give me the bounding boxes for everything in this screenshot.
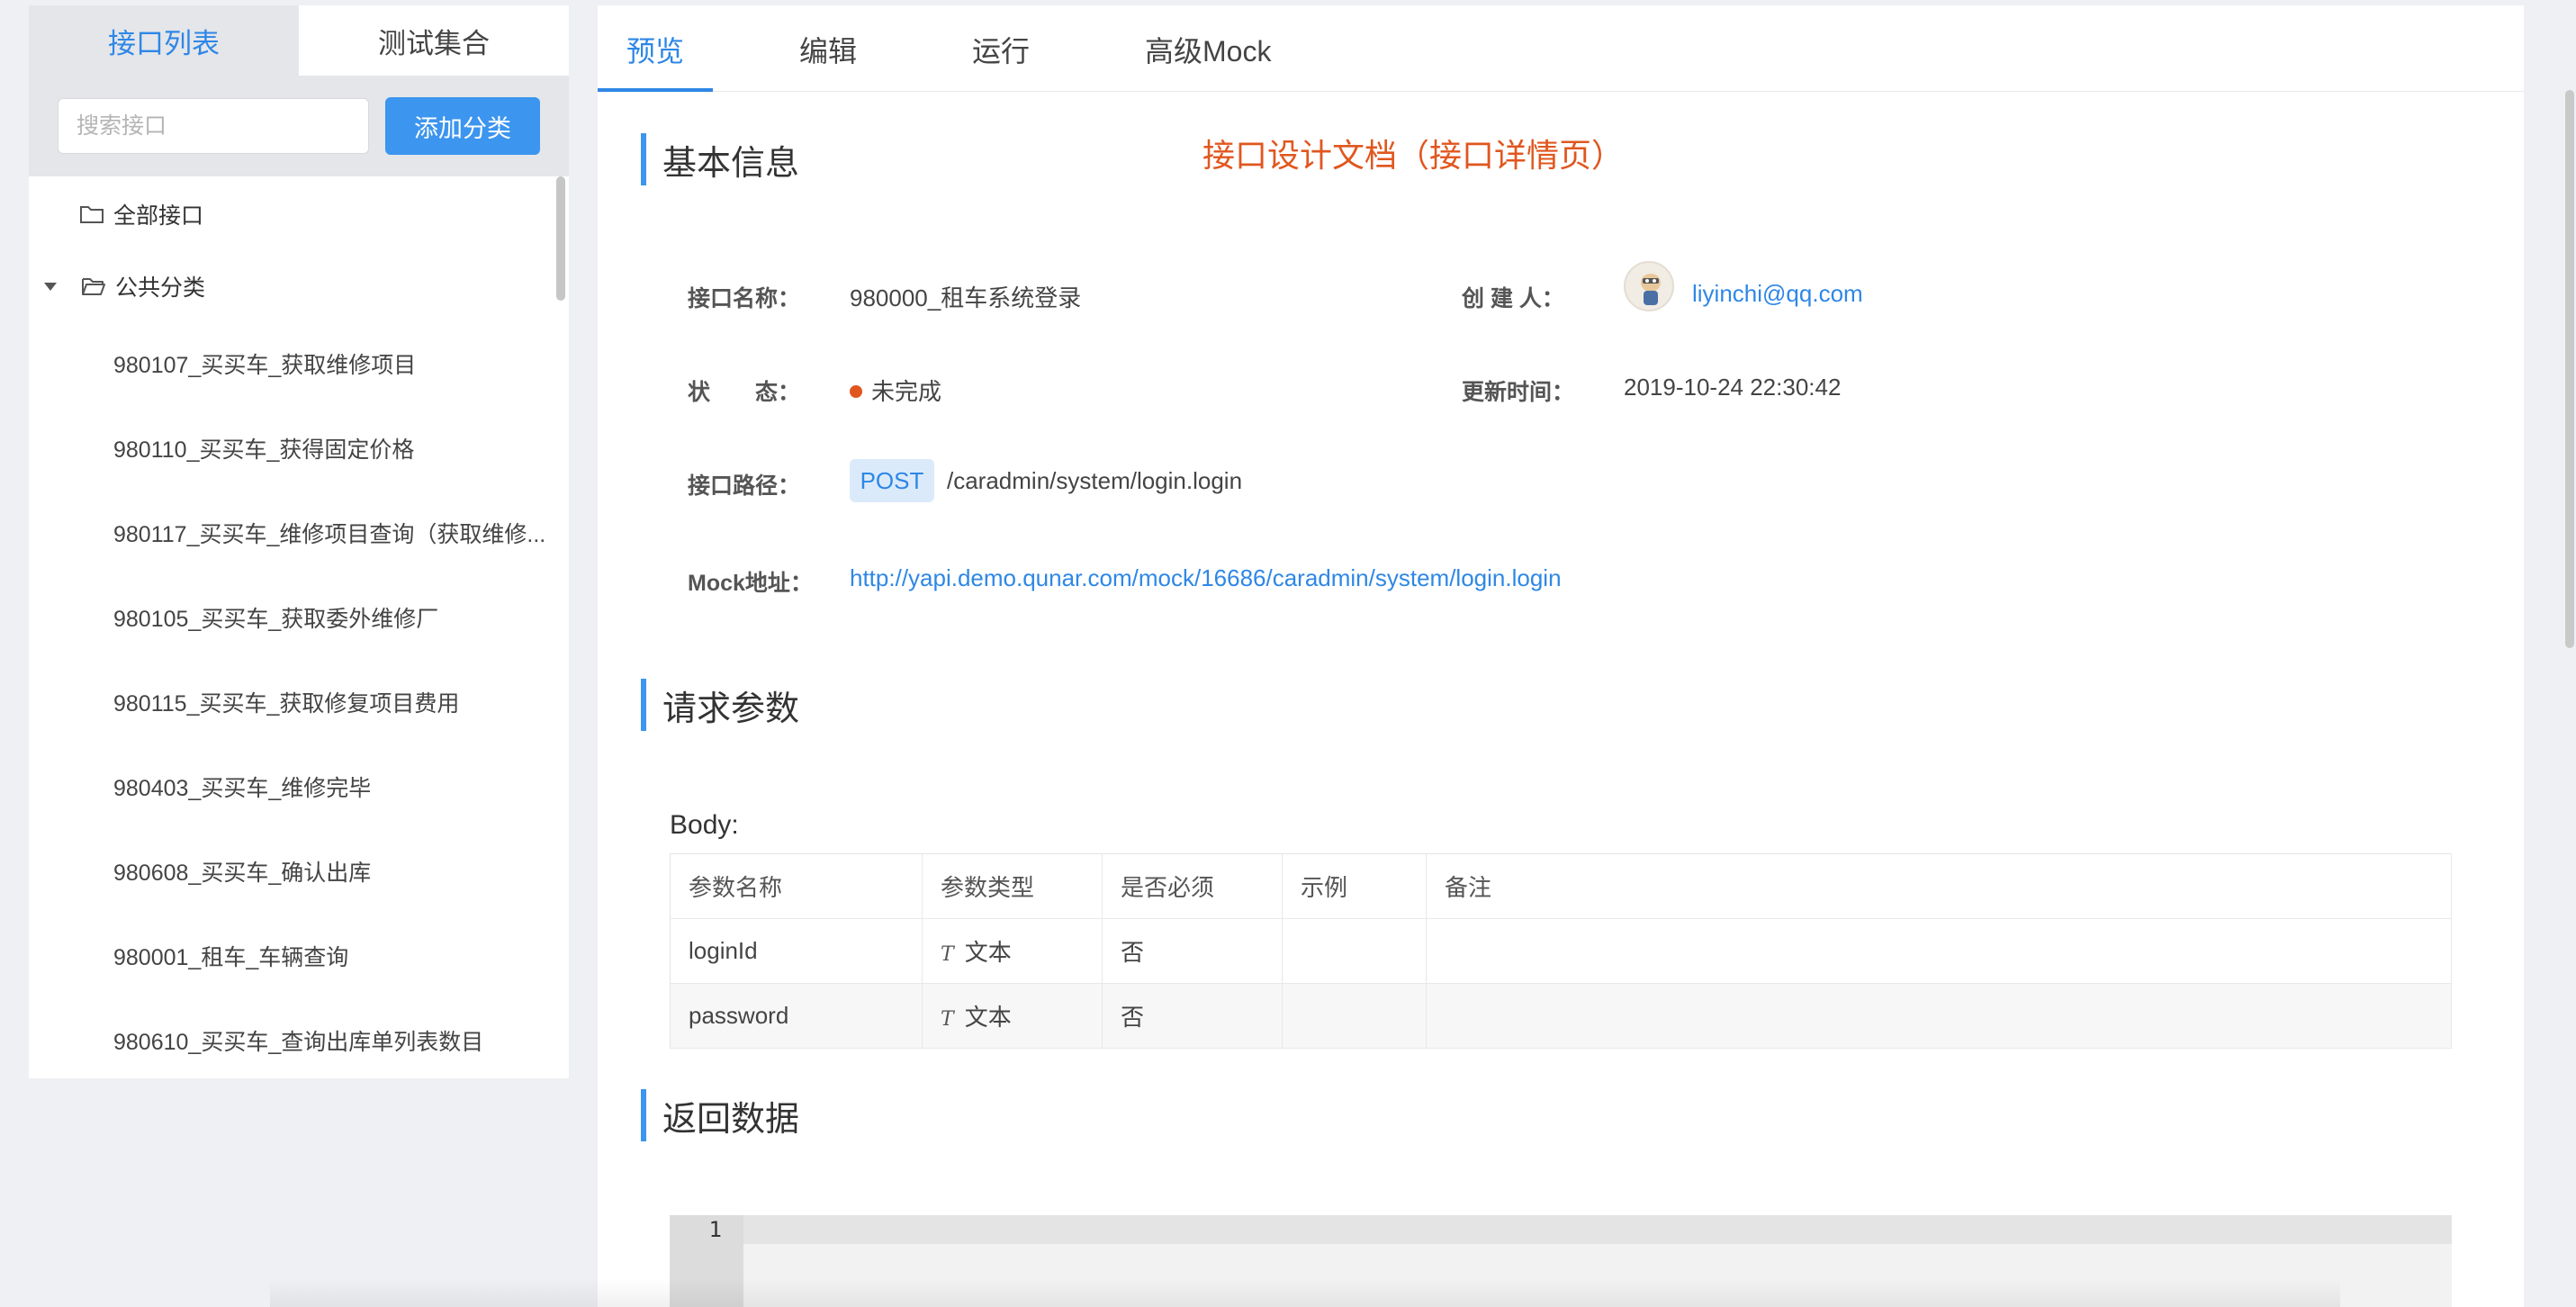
tree-leaf-interface[interactable]: 980610_买买车_查询出库单列表数目 — [113, 1024, 569, 1057]
page-scrollbar[interactable] — [2565, 90, 2574, 648]
creator-link[interactable]: liyinchi@qq.com — [1692, 280, 1863, 308]
tree-node-all-interfaces[interactable]: 全部接口 — [79, 198, 203, 230]
param-type-cell: T 文本 — [922, 983, 1103, 1049]
param-required-cell: 否 — [1102, 983, 1283, 1049]
param-note-cell — [1426, 983, 2452, 1049]
mock-label: Mock地址： — [688, 571, 813, 596]
tree-node-label: 全部接口 — [113, 203, 204, 229]
sidebar-toolbar: 添加分类 — [29, 76, 569, 176]
tab-edit[interactable]: 编辑 — [799, 29, 857, 70]
sidebar-scrollbar[interactable] — [556, 176, 565, 301]
param-example-cell — [1282, 983, 1427, 1049]
caret-down-icon[interactable] — [41, 277, 59, 295]
table-header-row: 参数名称 参数类型 是否必须 示例 备注 — [670, 853, 2452, 919]
status-label: 状 态： — [688, 380, 801, 405]
creator-label: 创 建 人： — [1462, 286, 1564, 311]
tab-preview[interactable]: 预览 — [626, 29, 684, 70]
tree-leaf-interface[interactable]: 980117_买买车_维修项目查询（获取维修... — [113, 517, 569, 549]
updated-time-value: 2019-10-24 22:30:42 — [1624, 374, 1842, 401]
folder-icon — [79, 203, 104, 225]
param-type-cell: T 文本 — [922, 918, 1103, 984]
status-badge: 未完成 — [850, 374, 941, 407]
param-example-cell — [1282, 918, 1427, 984]
section-title-response-data: 返回数据 — [641, 1089, 799, 1141]
line-number: 1 — [708, 1217, 722, 1242]
folder-open-icon — [81, 275, 106, 297]
tree-leaf-interface[interactable]: 980403_买买车_维修完毕 — [113, 771, 569, 803]
tree-leaf-interface[interactable]: 980107_买买车_获取维修项目 — [113, 347, 569, 380]
active-tab-indicator — [598, 88, 713, 92]
name-value: 980000_租车系统登录 — [850, 284, 1082, 311]
sidebar-tabs: 接口列表 测试集合 — [29, 5, 569, 76]
tab-test-collection[interactable]: 测试集合 — [299, 5, 569, 76]
column-header: 参数名称 — [670, 853, 923, 919]
tree-leaf-interface[interactable]: 980115_买买车_获取修复项目费用 — [113, 686, 569, 718]
text-type-icon: T — [941, 1008, 954, 1031]
param-note-cell — [1426, 918, 2452, 984]
mock-url-link[interactable]: http://yapi.demo.qunar.com/mock/16686/ca… — [850, 564, 1562, 592]
tab-interface-list[interactable]: 接口列表 — [29, 5, 299, 76]
search-interface-input[interactable] — [58, 98, 369, 154]
request-params-table: 参数名称 参数类型 是否必须 示例 备注 loginId T 文本 否 passw… — [670, 853, 2452, 1049]
tree-node-label: 公共分类 — [115, 275, 206, 301]
interface-tree: 全部接口 公共分类 980107_买买车_获取维修项目 980110_买买车_获… — [29, 176, 569, 1078]
tree-leaf-interface[interactable]: 980110_买买车_获得固定价格 — [113, 432, 569, 464]
text-type-icon: T — [941, 943, 954, 966]
section-title-request-params: 请求参数 — [641, 679, 799, 731]
detail-tabs: 预览 编辑 运行 高级Mock — [598, 5, 2524, 92]
param-required-cell: 否 — [1102, 918, 1283, 984]
path-label: 接口路径： — [688, 473, 801, 499]
updated-time-label: 更新时间： — [1462, 380, 1575, 405]
column-header: 参数类型 — [922, 853, 1103, 919]
path-value: /caradmin/system/login.login — [947, 467, 1243, 494]
param-name-cell: password — [670, 983, 923, 1049]
tree-node-public-category[interactable]: 公共分类 — [41, 270, 205, 302]
name-label: 接口名称： — [688, 286, 801, 311]
param-name-cell: loginId — [670, 918, 923, 984]
status-text: 未完成 — [871, 378, 942, 405]
section-title-basic-info: 基本信息 — [641, 133, 799, 185]
add-category-button[interactable]: 添加分类 — [385, 97, 540, 155]
status-dot-icon — [850, 385, 862, 399]
interface-detail-panel: 预览 编辑 运行 高级Mock 接口设计文档（接口详情页） 基本信息 接口名称：… — [598, 5, 2524, 1307]
column-header: 示例 — [1282, 853, 1427, 919]
param-type-text: 文本 — [964, 939, 1012, 966]
method-tag: POST — [850, 459, 934, 502]
param-type-text: 文本 — [964, 1004, 1012, 1031]
column-header: 是否必须 — [1102, 853, 1283, 919]
interface-sidebar: 接口列表 测试集合 添加分类 全部接口 公共分类 980107_买买车_获取维修… — [29, 5, 569, 1078]
bottom-shadow — [270, 1278, 2340, 1307]
tab-run[interactable]: 运行 — [972, 29, 1030, 70]
column-header: 备注 — [1426, 853, 2452, 919]
body-label: Body: — [670, 810, 739, 840]
table-row: password T 文本 否 — [670, 983, 2452, 1049]
tree-leaf-interface[interactable]: 980105_买买车_获取委外维修厂 — [113, 601, 569, 634]
avatar — [1624, 261, 1674, 311]
editor-active-line — [670, 1215, 2452, 1244]
table-row: loginId T 文本 否 — [670, 918, 2452, 984]
tree-leaf-interface[interactable]: 980001_租车_车辆查询 — [113, 940, 569, 972]
annotation-text: 接口设计文档（接口详情页） — [1202, 137, 1625, 174]
tree-leaf-interface[interactable]: 980608_买买车_确认出库 — [113, 855, 569, 888]
tab-advanced-mock[interactable]: 高级Mock — [1145, 29, 1271, 70]
